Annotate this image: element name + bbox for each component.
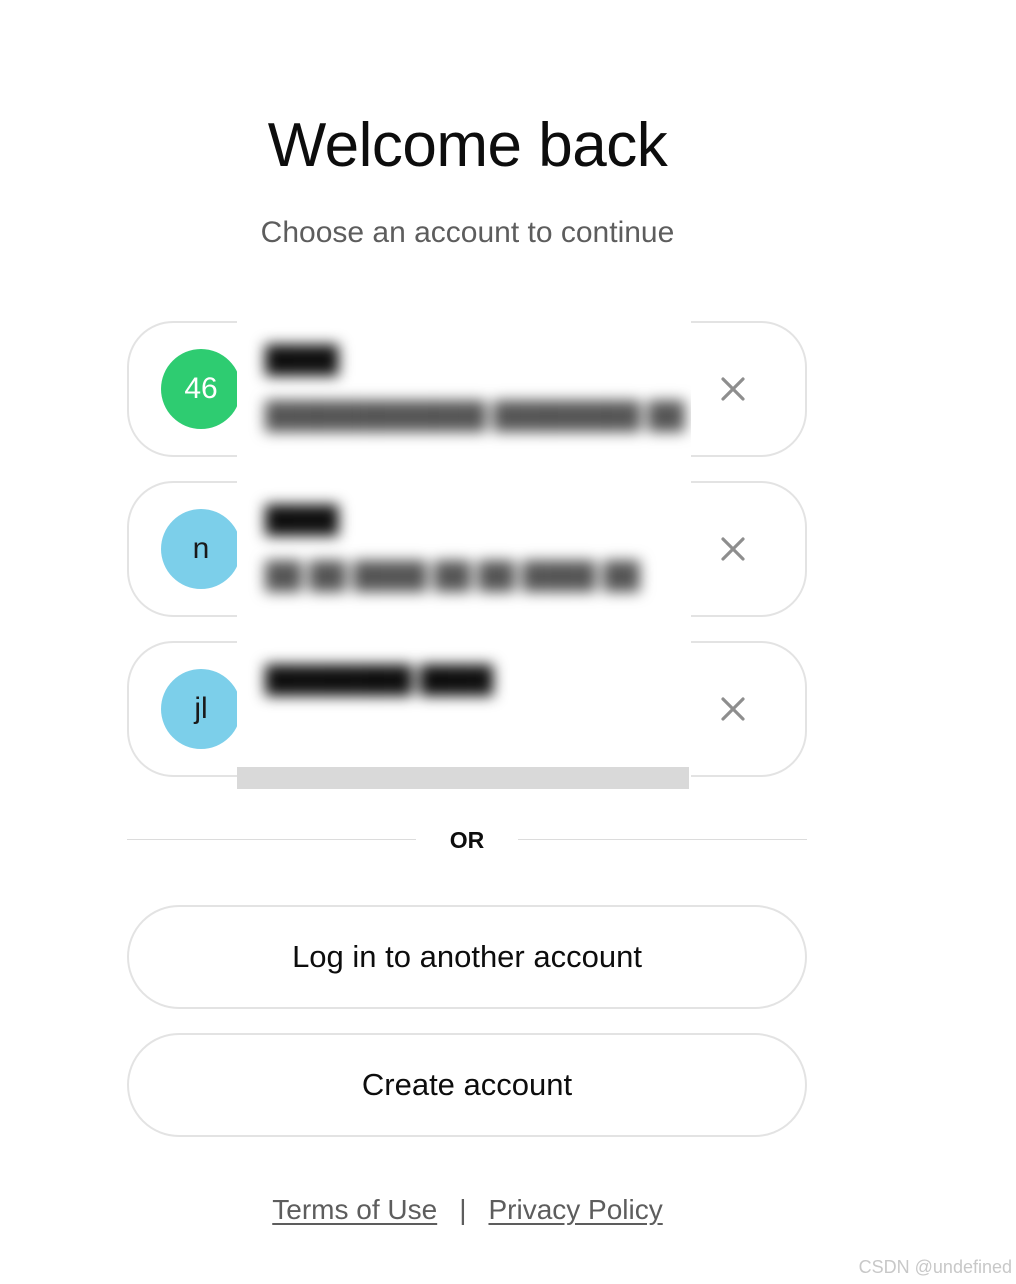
account-info: ████ ██ ██ ████ ██ ██ ████ ██	[237, 481, 691, 617]
avatar: 46	[161, 349, 241, 429]
terms-of-use-link[interactable]: Terms of Use	[272, 1194, 437, 1225]
avatar: jl	[161, 669, 241, 749]
remove-account-button[interactable]	[713, 529, 753, 569]
remove-account-button[interactable]	[713, 369, 753, 409]
divider-label: OR	[449, 827, 485, 853]
account-info: ████████ ████	[237, 641, 691, 777]
create-account-button[interactable]: Create account	[127, 1033, 807, 1137]
or-divider: OR	[127, 820, 807, 860]
footer-separator: |	[459, 1194, 467, 1225]
account-info: ████ ████████████ ████████ ██	[237, 321, 691, 457]
close-icon	[721, 537, 745, 561]
account-name: ████████ ████	[265, 664, 494, 694]
close-icon	[721, 377, 745, 401]
page-title: Welcome back	[267, 111, 668, 180]
account-list: 46 ████ ████████████ ████████ ██ n ████ …	[127, 321, 807, 801]
redaction-bar	[237, 767, 689, 789]
close-icon	[721, 697, 745, 721]
privacy-policy-link[interactable]: Privacy Policy	[488, 1194, 662, 1225]
account-name: ████	[265, 504, 339, 534]
login-another-account-button[interactable]: Log in to another account	[127, 905, 807, 1009]
divider-line-right	[518, 839, 807, 840]
account-email: ████████████ ████████ ██	[265, 400, 685, 430]
avatar: n	[161, 509, 241, 589]
account-name: ████	[265, 344, 339, 374]
remove-account-button[interactable]	[713, 689, 753, 729]
account-card-1[interactable]: 46 ████ ████████████ ████████ ██	[127, 321, 807, 457]
watermark: CSDN @undefined	[858, 1257, 1012, 1277]
account-card-3[interactable]: jl ████████ ████	[127, 641, 807, 777]
page-subtitle: Choose an account to continue	[260, 216, 675, 249]
footer-links: Terms of Use | Privacy Policy	[0, 1190, 935, 1230]
account-email: ██ ██ ████ ██ ██ ████ ██	[265, 560, 640, 590]
account-card-2[interactable]: n ████ ██ ██ ████ ██ ██ ████ ██	[127, 481, 807, 617]
